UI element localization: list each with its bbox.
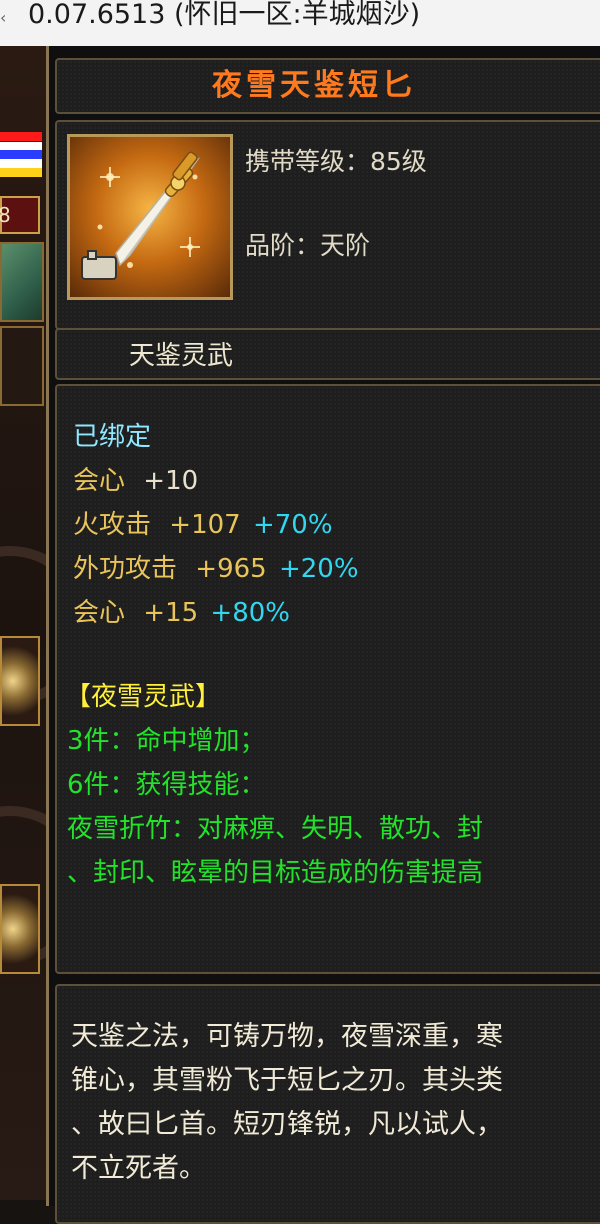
item-tooltip: 夜雪天鉴短匕 携带等级：85级 品阶：天阶 天鉴灵武 已绑定 会心 +10 火攻… <box>46 46 600 1224</box>
set-header-panel: 天鉴灵武 <box>55 328 600 380</box>
title-panel: 夜雪天鉴短匕 <box>55 58 600 114</box>
attribute-value: +15 <box>143 598 199 628</box>
attribute-line: 火攻击 +107 +70% <box>73 504 333 541</box>
map-thumbnail[interactable] <box>0 242 44 322</box>
mana-bar <box>0 150 42 159</box>
health-bar <box>0 132 42 141</box>
sidebar-panel[interactable] <box>0 326 44 406</box>
lore-line-2: 锥心，其雪粉飞于短匕之刃。其头类 <box>71 1065 503 1096</box>
lore-panel: 天鉴之法，可铸万物，夜雪深重，寒 锥心，其雪粉飞于短匕之刃。其头类 、故曰匕首。… <box>55 984 600 1224</box>
attribute-name: 会心 <box>73 598 126 628</box>
skill-slot-1[interactable] <box>0 636 40 726</box>
set-title: 天鉴灵武 <box>129 341 234 371</box>
attribute-bonus: +20% <box>278 554 359 584</box>
game-sidebar: 8 <box>0 46 48 1200</box>
set-bonus-3: 3件：命中增加； <box>67 726 266 756</box>
attribute-line: 会心 +15 +80% <box>73 592 290 629</box>
set-skill-line-2: 、封印、眩晕的目标造成的伤害提高 <box>67 858 484 888</box>
back-arrow-icon[interactable]: ‹ <box>0 6 10 30</box>
bound-status: 已绑定 <box>73 422 152 452</box>
attribute-name: 火攻击 <box>73 510 152 540</box>
attribute-value: +107 <box>169 510 241 540</box>
attribute-line: 会心 +10 <box>73 460 198 497</box>
attribute-bonus: +80% <box>210 598 290 628</box>
attributes-panel: 已绑定 会心 +10 火攻击 +107 +70% 外功攻击 +965 +20% … <box>55 384 600 974</box>
attribute-name: 外功攻击 <box>73 554 178 584</box>
attribute-name: 会心 <box>73 466 126 496</box>
window-titlebar: ‹ 0.07.6513 (怀旧一区:羊城烟沙) <box>0 0 600 47</box>
lore-line-4: 不立死者。 <box>71 1153 206 1184</box>
item-grade: 品阶：天阶 <box>245 231 371 260</box>
attribute-bonus: +70% <box>252 510 333 540</box>
dagger-graphic <box>81 151 201 280</box>
energy-bar <box>0 168 42 177</box>
window-title: 0.07.6513 (怀旧一区:羊城烟沙) <box>28 0 421 30</box>
attribute-value: +10 <box>143 466 199 496</box>
carry-level: 携带等级：85级 <box>245 147 427 176</box>
set-name: 【夜雪灵武】 <box>65 682 222 712</box>
dagger-icon[interactable] <box>67 134 233 300</box>
lore-line-1: 天鉴之法，可铸万物，夜雪深重，寒 <box>71 1021 503 1052</box>
skill-slot-2[interactable] <box>0 884 40 974</box>
level-badge: 8 <box>0 196 40 234</box>
lore-line-3: 、故曰匕首。短刃锋锐，凡以试人， <box>71 1109 503 1140</box>
attribute-line: 外功攻击 +965 +20% <box>73 548 359 585</box>
set-bonus-6: 6件：获得技能： <box>67 770 266 800</box>
item-header-panel: 携带等级：85级 品阶：天阶 <box>55 120 600 330</box>
set-skill-line-1: 夜雪折竹：对麻痹、失明、散功、封 <box>67 814 484 844</box>
bar-separator-2 <box>0 159 42 168</box>
attribute-value: +965 <box>195 554 267 584</box>
item-name: 夜雪天鉴短匕 <box>212 68 416 103</box>
